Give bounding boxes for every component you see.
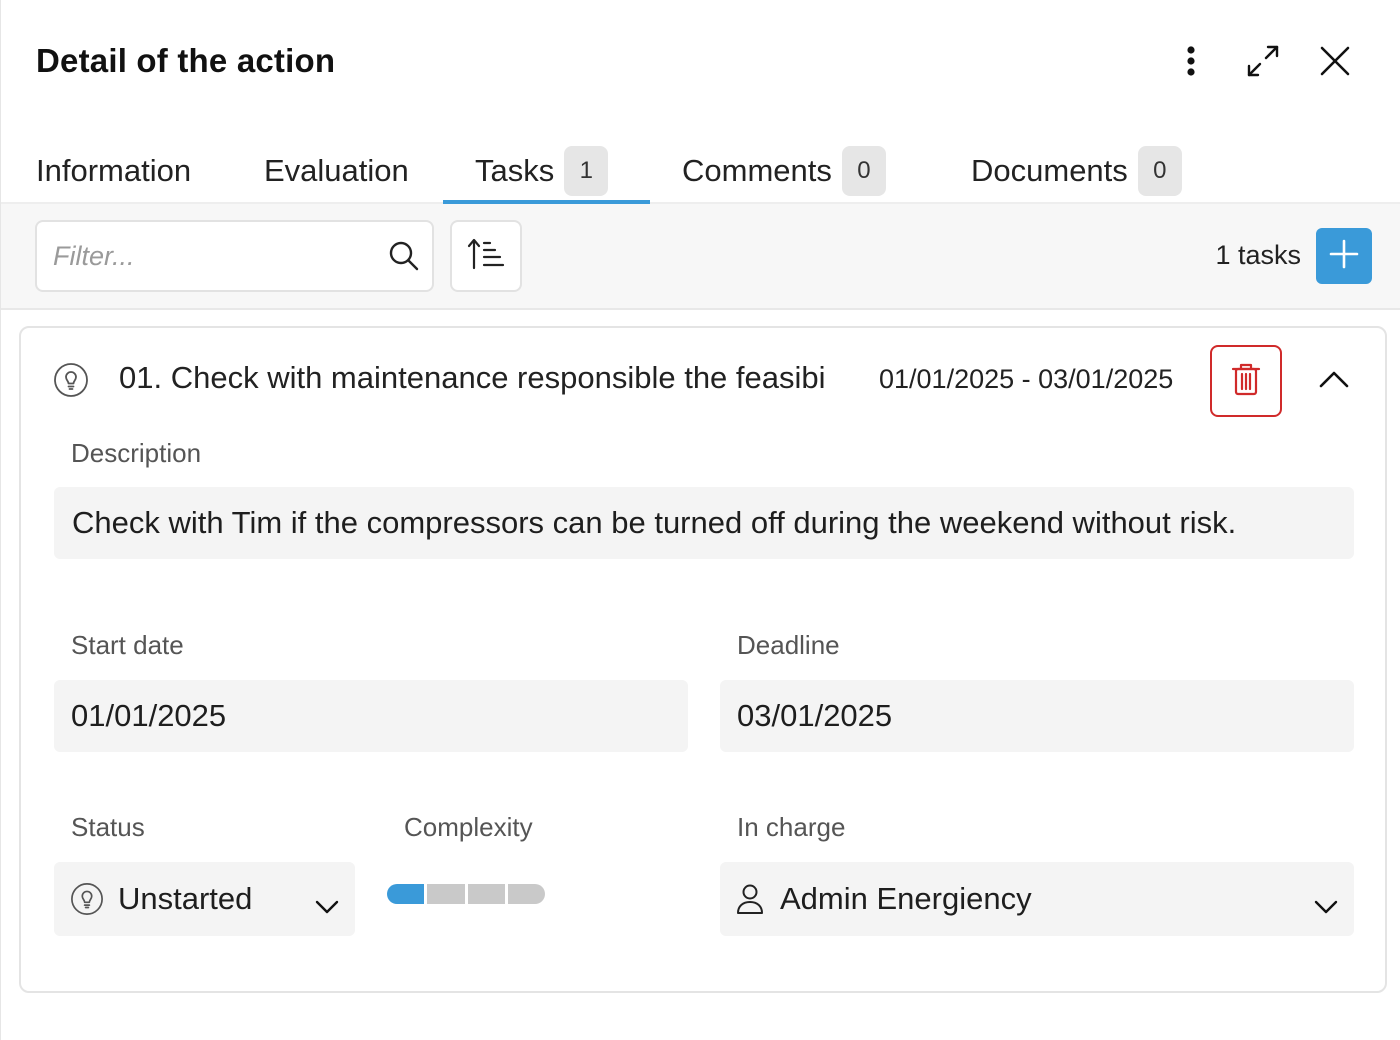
complexity-label: Complexity	[404, 812, 533, 842]
chevron-up-icon	[1319, 370, 1349, 393]
task-title[interactable]: 01. Check with maintenance responsible t…	[119, 360, 849, 396]
task-count: 1 tasks	[1215, 240, 1301, 270]
start-date-label: Start date	[71, 630, 184, 660]
tab-bar: Information Evaluation Tasks 1 Comments …	[1, 124, 1400, 204]
start-date-field[interactable]: 01/01/2025	[54, 680, 688, 752]
deadline-field[interactable]: 03/01/2025	[720, 680, 1354, 752]
tab-label: Documents	[971, 153, 1128, 188]
tab-label: Information	[36, 153, 192, 188]
tab-documents[interactable]: Documents 0	[971, 140, 1182, 202]
search-icon[interactable]	[386, 238, 422, 274]
tab-label: Tasks	[475, 153, 555, 188]
sort-button[interactable]	[450, 220, 522, 292]
user-icon	[736, 883, 764, 915]
complexity-segment[interactable]	[427, 884, 465, 904]
tab-tasks[interactable]: Tasks 1	[475, 140, 609, 202]
unstarted-status-icon	[70, 882, 104, 916]
plus-icon	[1329, 239, 1359, 274]
add-task-button[interactable]	[1316, 228, 1372, 284]
complexity-segment[interactable]	[467, 884, 505, 904]
chevron-down-icon	[315, 886, 339, 922]
in-charge-select[interactable]: Admin Energiency	[720, 862, 1354, 936]
deadline-label: Deadline	[737, 630, 840, 660]
tasks-toolbar: 1 tasks	[1, 204, 1400, 310]
in-charge-value: Admin Energiency	[780, 881, 1032, 916]
tab-information[interactable]: Information	[36, 140, 191, 202]
description-text: Check with Tim if the compressors can be…	[72, 505, 1237, 540]
tab-count-badge: 0	[841, 146, 886, 196]
status-value: Unstarted	[118, 881, 253, 916]
description-field[interactable]: Check with Tim if the compressors can be…	[54, 487, 1354, 559]
status-label: Status	[71, 812, 145, 842]
description-label: Description	[71, 438, 202, 468]
sort-ascending-icon	[467, 237, 505, 276]
tab-label: Evaluation	[264, 153, 409, 188]
collapse-button[interactable]	[1312, 359, 1356, 403]
task-card: 01. Check with maintenance responsible t…	[19, 326, 1387, 993]
filter-box	[35, 220, 434, 292]
delete-task-button[interactable]	[1210, 345, 1282, 417]
tab-label: Comments	[682, 153, 832, 188]
complexity-meter[interactable]	[387, 884, 545, 904]
unstarted-status-icon	[53, 362, 89, 398]
complexity-segment[interactable]	[387, 884, 425, 904]
tab-count-badge: 1	[564, 146, 609, 196]
more-vertical-icon[interactable]	[1168, 38, 1214, 84]
chevron-down-icon	[1314, 886, 1338, 922]
status-select[interactable]: Unstarted	[54, 862, 355, 936]
complexity-segment[interactable]	[507, 884, 545, 904]
tab-evaluation[interactable]: Evaluation	[264, 140, 409, 202]
panel-header: Detail of the action	[1, 0, 1400, 124]
task-date-range: 01/01/2025 - 03/01/2025	[879, 364, 1174, 394]
tab-comments[interactable]: Comments 0	[682, 140, 886, 202]
deadline-value: 03/01/2025	[737, 698, 893, 733]
action-detail-panel: Detail of the action Information Evaluat…	[0, 0, 1400, 1040]
in-charge-label: In charge	[737, 812, 846, 842]
start-date-value: 01/01/2025	[71, 698, 227, 733]
filter-input[interactable]	[53, 234, 373, 278]
page-title: Detail of the action	[36, 42, 336, 79]
tab-count-badge: 0	[1137, 146, 1182, 196]
close-icon[interactable]	[1312, 38, 1358, 84]
expand-icon[interactable]	[1240, 38, 1286, 84]
trash-icon	[1231, 362, 1261, 401]
